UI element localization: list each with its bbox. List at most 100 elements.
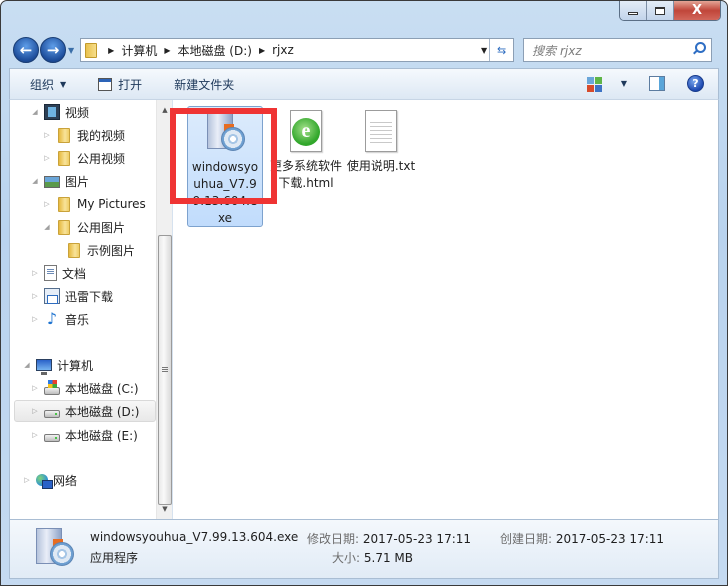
search-icon[interactable] (695, 42, 707, 53)
folder-icon (58, 219, 70, 235)
tree-item-label: 公用视频 (77, 151, 126, 166)
close-button[interactable]: X (674, 1, 720, 20)
tree-item-drive-e[interactable]: ▷ 本地磁盘 (E:) (30, 424, 138, 446)
tree-item-network[interactable]: ▷ 网络 (22, 469, 77, 491)
file-item-html[interactable]: e 更多系统软件下载.html (268, 106, 344, 216)
breadcrumb-drive-d[interactable]: 本地磁盘 (D:) (177, 42, 251, 59)
open-app-icon (98, 77, 113, 91)
collapsed-icon[interactable]: ▷ (30, 431, 40, 439)
collapsed-icon[interactable]: ▷ (30, 315, 40, 323)
folder-icon (58, 127, 70, 143)
breadcrumb-computer[interactable]: 计算机 (121, 42, 157, 59)
tree-item-public-pictures[interactable]: ◢ 公用图片 (42, 216, 125, 238)
expanded-icon[interactable]: ◢ (30, 108, 40, 116)
details-modified: 修改日期: 2017-05-23 17:11 (307, 530, 471, 547)
navigation-pane: ◢ 视频 ▷ 我的视频 ▷ 公用视频 ◢ 图片 ▷ My Pictures ◢ … (10, 100, 156, 519)
music-library-icon: ♪ (46, 309, 58, 328)
maximize-button[interactable] (647, 1, 674, 20)
grip-icon (162, 367, 168, 373)
details-size: 大小: 5.71 MB (332, 549, 413, 566)
nav-pane-scrollbar[interactable]: ▲ ▼ (156, 100, 172, 519)
breadcrumb-rjxz[interactable]: rjxz (272, 43, 294, 57)
forward-button[interactable]: → (40, 37, 66, 63)
file-list: windowsyouhua_V7.99.13.604.exe e 更多系统软件下… (173, 100, 718, 519)
collapsed-icon[interactable]: ▷ (42, 200, 52, 208)
tree-item-sample-pictures[interactable]: 示例图片 (66, 239, 135, 261)
scrollbar-thumb[interactable] (158, 235, 172, 505)
tree-item-label: 公用图片 (77, 220, 126, 235)
scroll-up-icon[interactable]: ▲ (157, 102, 173, 118)
file-item-txt[interactable]: 使用说明.txt (343, 106, 419, 196)
html-ie-icon: e (282, 108, 330, 156)
tree-item-music[interactable]: ▷ ♪ 音乐 (30, 308, 89, 330)
back-button[interactable]: ← (13, 37, 39, 63)
collapsed-icon[interactable]: ▷ (30, 292, 40, 300)
computer-icon (36, 359, 52, 375)
expanded-icon[interactable]: ◢ (42, 223, 52, 231)
breadcrumb-chevron-icon[interactable]: ▶ (108, 46, 114, 55)
drive-icon (44, 410, 60, 418)
collapsed-icon[interactable]: ▷ (30, 384, 40, 392)
content-area: ◢ 视频 ▷ 我的视频 ▷ 公用视频 ◢ 图片 ▷ My Pictures ◢ … (9, 99, 719, 520)
organize-button[interactable]: 组织 ▼ (30, 76, 66, 93)
setup-exe-icon (201, 109, 249, 157)
expanded-icon[interactable]: ◢ (22, 361, 32, 369)
chevron-down-icon: ▼ (60, 79, 67, 89)
help-icon[interactable]: ? (687, 75, 704, 92)
change-view-icon[interactable] (586, 76, 602, 92)
minimize-button[interactable] (620, 1, 647, 20)
view-options-dropdown-icon[interactable]: ▼ (621, 79, 627, 88)
tree-item-drive-d[interactable]: ▷ 本地磁盘 (D:) (14, 400, 156, 422)
tree-item-drive-c[interactable]: ▷ 本地磁盘 (C:) (30, 377, 139, 399)
folder-icon (68, 242, 80, 258)
tree-item-thunder-downloads[interactable]: ▷ 迅雷下载 (30, 285, 113, 307)
back-arrow-icon: ← (19, 41, 33, 59)
tree-item-label: 网络 (53, 473, 78, 488)
open-button[interactable]: 打开 (98, 76, 142, 93)
tree-item-label: 文档 (62, 266, 87, 281)
tree-item-my-pictures[interactable]: ▷ My Pictures (42, 193, 146, 215)
refresh-button[interactable]: ⇆ (489, 39, 513, 61)
address-bar[interactable]: ▶ 计算机 ▶ 本地磁盘 (D:) ▶ rjxz ▼ ⇆ (80, 38, 515, 62)
collapsed-icon[interactable]: ▷ (42, 131, 52, 139)
new-folder-label: 新建文件夹 (174, 77, 235, 92)
created-value: 2017-05-23 17:11 (555, 532, 665, 546)
collapsed-icon[interactable]: ▷ (30, 269, 40, 277)
tree-item-public-videos[interactable]: ▷ 公用视频 (42, 147, 125, 169)
tree-item-videos[interactable]: ◢ 视频 (30, 101, 89, 123)
search-input[interactable]: 搜索 rjxz (532, 42, 581, 59)
expanded-icon[interactable]: ◢ (30, 177, 40, 185)
tree-item-my-videos[interactable]: ▷ 我的视频 (42, 124, 125, 146)
breadcrumb-chevron-icon[interactable]: ▶ (259, 46, 265, 55)
tree-item-label: My Pictures (77, 197, 146, 211)
breadcrumb-chevron-icon[interactable]: ▶ (164, 46, 170, 55)
collapsed-icon[interactable]: ▷ (30, 407, 40, 415)
pictures-library-icon (44, 176, 60, 188)
search-box[interactable]: 搜索 rjxz (523, 38, 713, 62)
tree-item-label: 本地磁盘 (D:) (65, 404, 140, 419)
folder-icon (58, 196, 70, 212)
tree-item-label: 图片 (65, 174, 90, 189)
tree-item-label: 计算机 (57, 358, 94, 373)
window-controls: X (619, 1, 721, 21)
tree-item-documents[interactable]: ▷ 文档 (30, 262, 86, 284)
collapsed-icon[interactable]: ▷ (22, 476, 32, 484)
tree-item-label: 视频 (65, 105, 90, 120)
address-dropdown-icon[interactable]: ▼ (481, 46, 487, 55)
size-label: 大小: (332, 551, 361, 565)
explorer-window: X ← → ▼ ▶ 计算机 ▶ 本地磁盘 (D:) ▶ rjxz ▼ ⇆ 搜索 … (0, 0, 728, 586)
open-label: 打开 (118, 77, 143, 92)
scroll-down-icon[interactable]: ▼ (157, 501, 173, 517)
new-folder-button[interactable]: 新建文件夹 (174, 76, 234, 93)
tree-item-label: 迅雷下载 (65, 289, 114, 304)
details-created: 创建日期: 2017-05-23 17:11 (500, 530, 664, 547)
forward-arrow-icon: → (46, 41, 60, 59)
tree-item-computer[interactable]: ◢ 计算机 (22, 354, 93, 376)
file-item-exe[interactable]: windowsyouhua_V7.99.13.604.exe (187, 106, 263, 227)
preview-pane-icon[interactable] (649, 76, 665, 91)
recent-pages-dropdown[interactable]: ▼ (68, 46, 74, 55)
tree-item-pictures[interactable]: ◢ 图片 (30, 170, 89, 192)
file-name: windowsyouhua_V7.99.13.604.exe (191, 160, 259, 225)
collapsed-icon[interactable]: ▷ (42, 154, 52, 162)
title-bar: X (1, 1, 727, 33)
